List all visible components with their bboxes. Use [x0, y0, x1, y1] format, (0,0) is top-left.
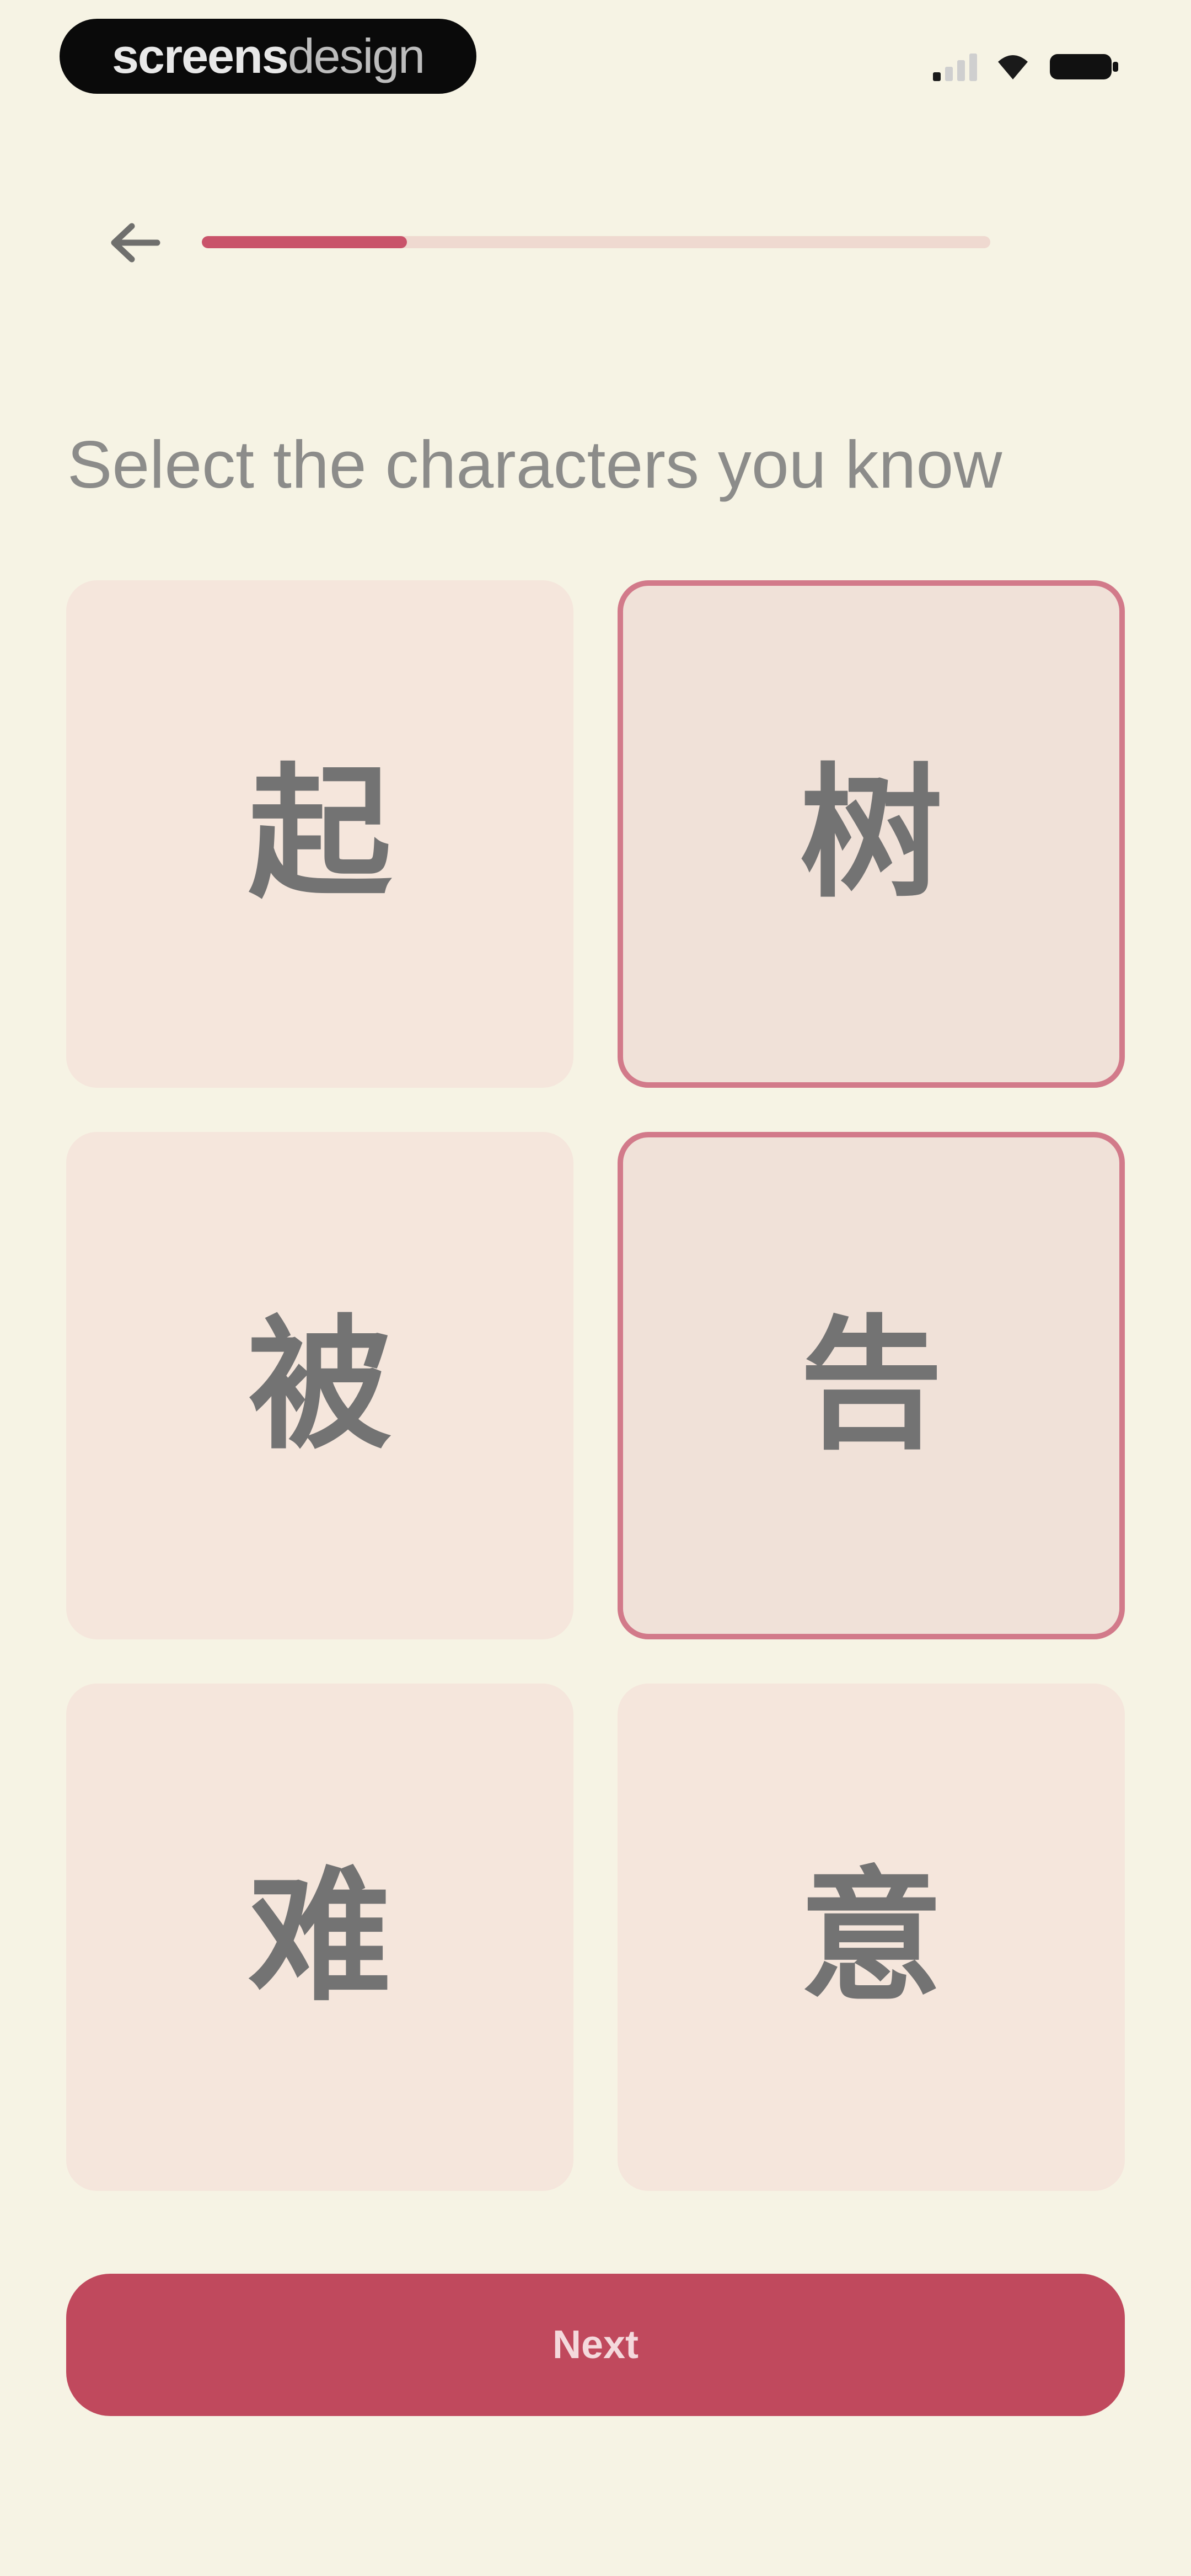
screensdesign-watermark: screens design — [60, 19, 476, 94]
watermark-bold-text: screens — [111, 29, 289, 83]
watermark-light-text: design — [287, 29, 425, 83]
character-card[interactable]: 告 — [618, 1132, 1125, 1639]
character-text: 告 — [800, 1302, 943, 1469]
wifi-icon — [996, 53, 1030, 81]
character-card[interactable]: 难 — [66, 1684, 573, 2191]
character-text: 意 — [800, 1854, 943, 2021]
character-card[interactable]: 起 — [66, 580, 573, 1088]
progress-bar-fill — [202, 236, 407, 248]
character-text: 难 — [248, 1854, 391, 2021]
battery-icon — [1049, 51, 1119, 83]
status-bar: screens design — [0, 0, 1191, 121]
back-button[interactable] — [94, 210, 176, 276]
character-selection-screen: screens design Select the characters you… — [0, 0, 1191, 2576]
next-button[interactable]: Next — [66, 2274, 1125, 2416]
arrow-left-icon — [111, 223, 160, 263]
character-card[interactable]: 意 — [618, 1684, 1125, 2191]
character-grid: 起 树 被 告 难 意 — [66, 580, 1125, 2191]
character-text: 被 — [248, 1302, 391, 1469]
progress-bar — [202, 236, 990, 248]
character-text: 树 — [800, 751, 943, 917]
status-icons — [933, 49, 1119, 85]
character-text: 起 — [248, 751, 391, 917]
character-card[interactable]: 树 — [618, 580, 1125, 1088]
page-title: Select the characters you know — [67, 427, 1002, 502]
cellular-signal-icon — [933, 52, 977, 81]
character-card[interactable]: 被 — [66, 1132, 573, 1639]
